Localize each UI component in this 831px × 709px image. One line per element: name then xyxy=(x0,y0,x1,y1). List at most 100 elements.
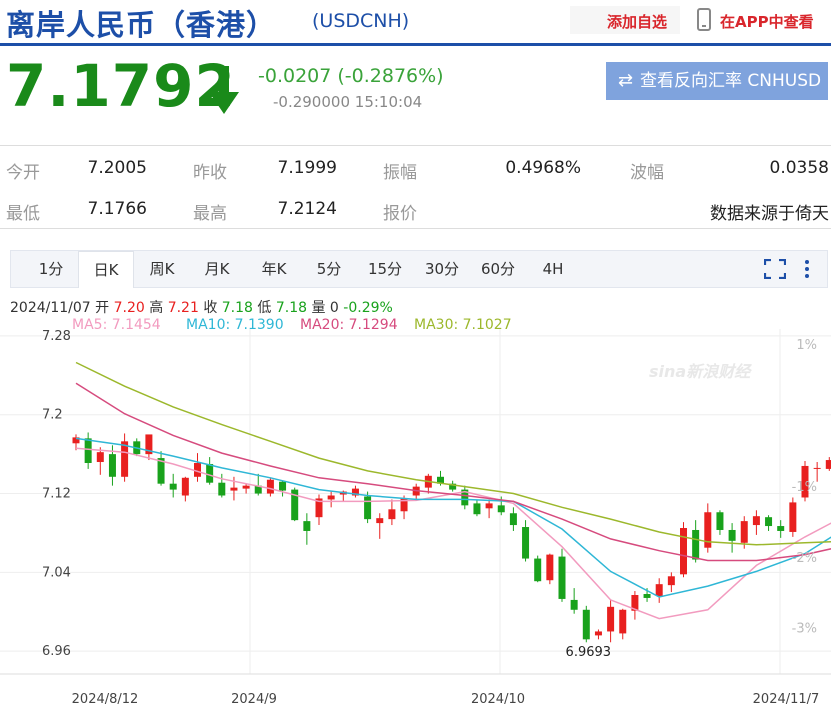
ma-line-ma5 xyxy=(75,447,831,620)
more-icon[interactable] xyxy=(803,259,811,279)
stat-label-open: 今开 xyxy=(6,163,40,183)
candle-body xyxy=(570,599,578,610)
candle-body xyxy=(522,527,530,559)
candle-body xyxy=(84,438,92,463)
stats-table: 今开 7.2005 昨收 7.1999 振幅 0.4968% 波幅 0.0358… xyxy=(0,145,831,229)
quote-time: 15:10:04 xyxy=(354,93,423,111)
stat-label-low: 最低 xyxy=(6,204,40,224)
stat-value-prevclose: 7.1999 xyxy=(277,158,337,178)
tab-4h[interactable]: 4H xyxy=(533,251,573,288)
header: 离岸人民币（香港） (USDCNH) 添加自选 在APP中查看 xyxy=(0,0,831,44)
candle-body xyxy=(96,452,104,463)
swap-icon: ⇄ xyxy=(618,70,634,91)
candle-body xyxy=(546,554,554,581)
volume-value: 0 xyxy=(329,300,339,316)
kline-chart[interactable]: sina新浪财经 7.28 7.2 7.12 7.04 6.96 1% -1% -2% -3% 2… xyxy=(0,329,831,709)
kline-date: 2024/11/07 xyxy=(10,300,91,316)
candle-body xyxy=(169,483,177,490)
high-value: 7.21 xyxy=(167,300,199,316)
period-tabs: 1分 日K 周K 月K 年K 5分 15分 30分 60分 4H xyxy=(10,250,828,288)
header-divider xyxy=(0,43,831,46)
x-tick-label: 2024/11/7 xyxy=(753,692,820,707)
tab-30min[interactable]: 30分 xyxy=(418,251,466,288)
candle-body xyxy=(266,479,274,494)
sub-change-line: -0.290000 15:10:04 xyxy=(273,93,422,111)
current-price: 7.1792 xyxy=(6,52,236,120)
candle-body xyxy=(740,521,748,543)
price-change: -0.0207 (-0.2876%) xyxy=(258,65,444,87)
tab-weekly[interactable]: 周K xyxy=(141,251,183,288)
candle-body xyxy=(728,529,736,541)
stat-label-amplitude: 振幅 xyxy=(383,163,417,183)
stat-value-low: 7.1766 xyxy=(87,199,147,219)
add-favorite-button[interactable]: 添加自选 xyxy=(570,6,680,34)
candle-body xyxy=(765,517,773,527)
close-label: 收 xyxy=(203,300,218,316)
stat-value-high: 7.2124 xyxy=(277,199,337,219)
stat-label-prevclose: 昨收 xyxy=(193,163,227,183)
y-right-tick-label: -3% xyxy=(792,622,817,637)
y-right-tick-label: -2% xyxy=(792,551,817,566)
candle-body xyxy=(206,463,214,483)
close-value: 7.18 xyxy=(221,300,253,316)
candle-body xyxy=(752,516,760,526)
change-pct: -0.29% xyxy=(343,300,393,316)
open-value: 7.20 xyxy=(113,300,145,316)
candle-body xyxy=(327,495,335,500)
candle-body xyxy=(497,505,505,513)
tab-5min[interactable]: 5分 xyxy=(308,251,350,288)
y-right-tick-label: 1% xyxy=(796,338,817,353)
candle-body xyxy=(582,609,590,640)
candle-body xyxy=(789,502,797,532)
candle-body xyxy=(509,513,517,526)
candle-body xyxy=(473,503,481,515)
phone-icon xyxy=(697,8,711,31)
symbol-code: (USDCNH) xyxy=(312,10,410,32)
candle-body xyxy=(655,584,663,596)
low-label: 低 xyxy=(257,300,272,316)
watermark: sina新浪财经 xyxy=(649,362,752,381)
candle-body xyxy=(485,503,493,509)
tab-1min[interactable]: 1分 xyxy=(33,251,69,288)
candle-body xyxy=(619,609,627,634)
low-value: 7.18 xyxy=(275,300,308,316)
fullscreen-icon[interactable] xyxy=(764,259,786,279)
candle-body xyxy=(607,606,615,632)
stat-label-high: 最高 xyxy=(193,204,227,224)
y-tick-label: 7.12 xyxy=(42,487,71,502)
high-label: 高 xyxy=(149,300,164,316)
y-tick-label: 7.04 xyxy=(42,565,71,580)
stat-value-amplitude: 0.4968% xyxy=(505,158,581,178)
stat-label-range: 波幅 xyxy=(630,163,664,183)
x-tick-label: 2024/9 xyxy=(231,692,277,707)
candle-body xyxy=(303,521,311,531)
reverse-rate-button[interactable]: ⇄ 查看反向汇率 CNHUSD xyxy=(606,62,828,100)
stat-label-quote: 报价 xyxy=(383,204,417,224)
candle-body xyxy=(364,496,372,520)
reverse-rate-label: 查看反向汇率 CNHUSD xyxy=(640,71,822,91)
ma-line-ma20 xyxy=(75,382,831,562)
page-title: 离岸人民币（香港） xyxy=(6,8,277,42)
candle-body xyxy=(594,631,602,636)
down-arrow-icon xyxy=(209,66,239,114)
x-tick-label: 2024/8/12 xyxy=(72,692,139,707)
tab-yearly[interactable]: 年K xyxy=(253,251,295,288)
candle-body xyxy=(813,467,821,469)
candle-body xyxy=(108,454,116,477)
candle-body xyxy=(680,528,687,575)
tab-daily[interactable]: 日K xyxy=(78,251,134,288)
candle-body xyxy=(692,529,700,560)
candle-body xyxy=(121,441,129,477)
y-tick-label: 6.96 xyxy=(42,644,71,659)
candle-body xyxy=(667,576,675,586)
candle-body xyxy=(825,460,831,469)
sub-change: -0.290000 xyxy=(273,93,350,111)
candle-body xyxy=(643,594,651,598)
candle-body xyxy=(230,487,238,491)
candle-body xyxy=(388,509,396,520)
tab-60min[interactable]: 60分 xyxy=(474,251,522,288)
view-in-app-link[interactable]: 在APP中查看 xyxy=(720,11,814,32)
tab-15min[interactable]: 15分 xyxy=(361,251,409,288)
tab-monthly[interactable]: 月K xyxy=(196,251,238,288)
candle-body xyxy=(242,485,250,489)
